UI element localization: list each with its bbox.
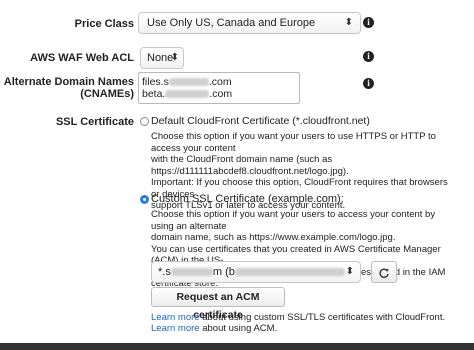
- redacted-block: [168, 78, 209, 87]
- learn-more-acm-text: Learn more about using ACM.: [151, 323, 278, 334]
- default-cert-option-label: Default CloudFront Certificate (*.cloudf…: [151, 115, 370, 127]
- alt-domains-label-line1: Alternate Domain Names: [3, 76, 134, 88]
- price-class-value: Use Only US, Canada and Europe: [147, 17, 316, 29]
- alt-domain-line-2: beta. .com: [142, 88, 233, 100]
- chevron-down-icon: ⬍: [170, 52, 179, 63]
- learn-more-link[interactable]: Learn more: [151, 323, 200, 334]
- learn-more-link[interactable]: Learn more: [151, 312, 200, 323]
- alt-domains-textarea[interactable]: files.s .com beta. .com: [138, 72, 300, 104]
- alt-domains-label-line2: (CNAMEs): [80, 88, 134, 100]
- custom-cert-radio[interactable]: [140, 195, 149, 204]
- redacted-block: [170, 268, 213, 277]
- ssl-label: SSL Certificate: [55, 116, 134, 128]
- request-acm-certificate-button[interactable]: Request an ACM certificate: [151, 287, 285, 321]
- chevron-down-icon: ⬍: [345, 266, 354, 277]
- custom-cert-option-label: Custom SSL Certificate (example.com):: [151, 193, 344, 205]
- alt-domain-line-1: files.s .com: [142, 76, 232, 88]
- certificate-select[interactable]: *.s m (b ⬍: [151, 261, 361, 283]
- chevron-down-icon: ⬍: [344, 17, 353, 28]
- refresh-icon: [379, 268, 389, 278]
- default-cert-radio[interactable]: [140, 117, 149, 126]
- bottom-bar: [0, 343, 474, 350]
- redacted-block: [234, 268, 345, 277]
- waf-label: AWS WAF Web ACL: [30, 52, 134, 64]
- redacted-block: [165, 90, 210, 99]
- price-class-label: Price Class: [74, 18, 134, 30]
- info-icon[interactable]: i: [363, 17, 374, 28]
- alt-domains-label: Alternate Domain Names (CNAMEs): [4, 76, 134, 100]
- price-class-select[interactable]: Use Only US, Canada and Europe ⬍: [138, 12, 361, 34]
- waf-select[interactable]: None ⬍: [140, 47, 184, 69]
- refresh-button[interactable]: [371, 261, 397, 283]
- learn-more-ssl-text: Learn more about using custom SSL/TLS ce…: [151, 312, 446, 323]
- info-icon[interactable]: i: [363, 78, 374, 89]
- waf-value: None: [147, 52, 174, 64]
- info-icon[interactable]: i: [363, 51, 374, 62]
